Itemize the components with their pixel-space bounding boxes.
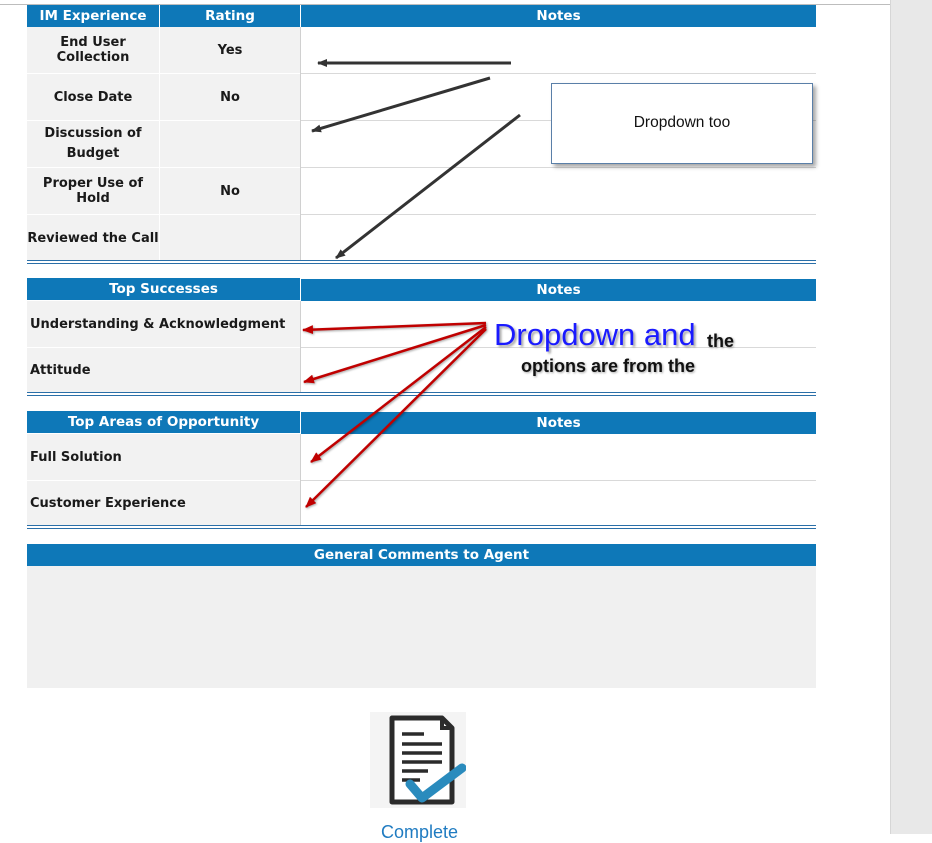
red-arrow-1 (302, 321, 487, 335)
complete-link[interactable]: Complete (381, 822, 458, 843)
red-arrow-2 (303, 323, 487, 384)
red-arrow-4 (305, 328, 487, 508)
dark-arrow-2 (311, 76, 491, 133)
annotation-arrows (302, 59, 521, 508)
document-check-icon[interactable] (370, 712, 467, 808)
red-arrows (302, 321, 487, 508)
dark-arrow-3 (335, 113, 521, 260)
dark-arrows (311, 59, 521, 260)
red-arrow-3 (310, 326, 487, 463)
